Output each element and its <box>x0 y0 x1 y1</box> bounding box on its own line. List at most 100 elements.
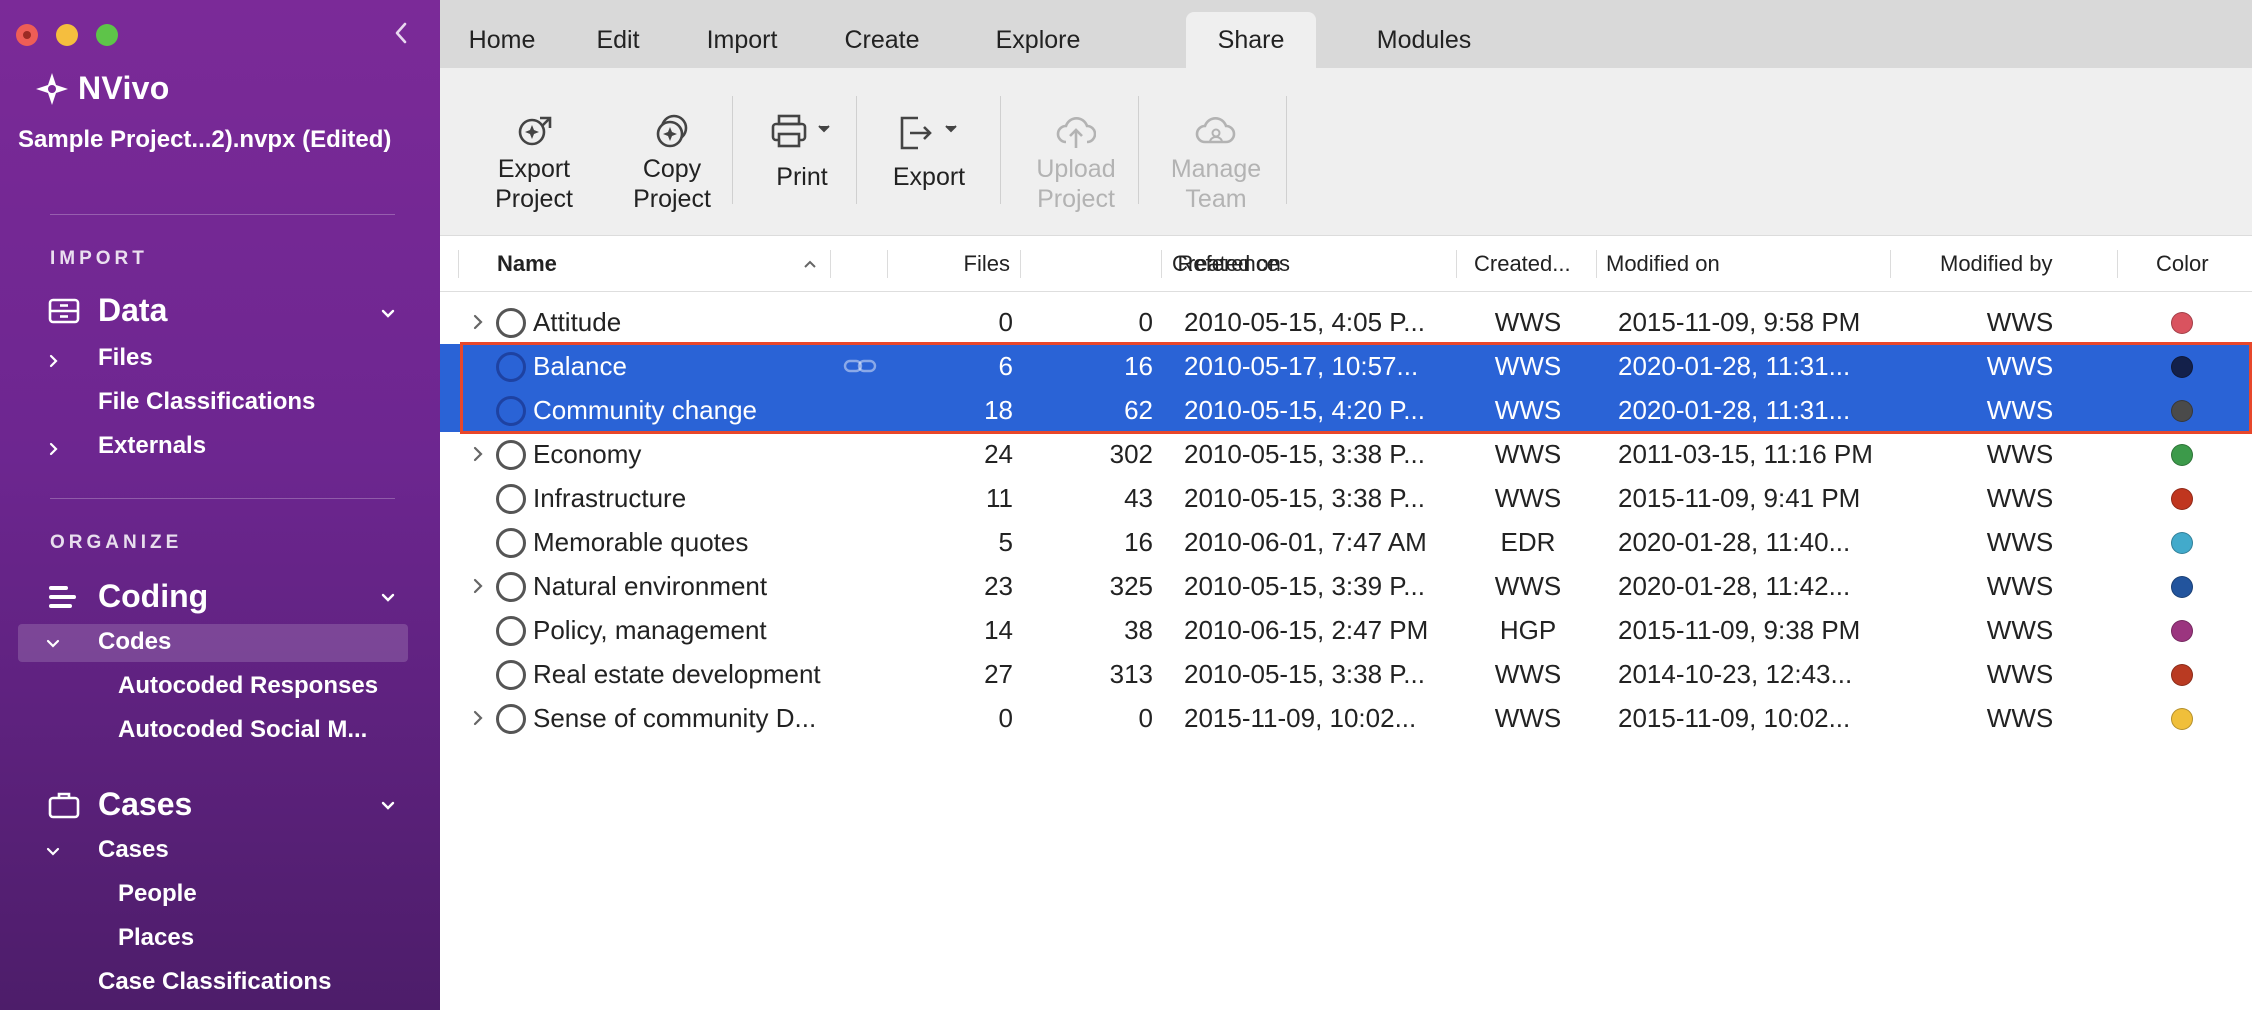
sidebar-item-cases[interactable]: Cases <box>98 836 169 864</box>
chevron-down-icon[interactable] <box>378 796 398 816</box>
cell-created-on: 2010-05-15, 3:38 P... <box>1184 482 1425 513</box>
toolbar-separator <box>732 96 733 204</box>
column-header-created-on[interactable]: Created on <box>1172 236 1281 292</box>
sidebar-group-cases[interactable]: Cases <box>48 786 192 823</box>
cell-files: 18 <box>984 394 1013 425</box>
table-row[interactable]: Economy 24 302 2010-05-15, 3:38 P... WWS 2011… <box>440 432 2252 476</box>
chevron-down-icon[interactable] <box>378 588 398 608</box>
chevron-down-icon[interactable] <box>378 304 398 324</box>
close-window-button[interactable] <box>16 24 38 46</box>
tab-home[interactable]: Home <box>440 12 564 68</box>
upload-project-label-line2: Project <box>1037 185 1115 213</box>
copy-project-button[interactable]: Copy Project <box>612 108 732 214</box>
sidebar-item-files[interactable]: Files <box>98 344 153 372</box>
tab-share[interactable]: Share <box>1186 12 1316 68</box>
table-row[interactable]: Natural environment 23 325 2010-05-15, 3:39… <box>440 564 2252 608</box>
export-button[interactable]: Export <box>866 108 992 192</box>
app-name: NVivo <box>78 70 170 106</box>
cell-name: Economy <box>533 438 642 469</box>
cell-name: Memorable quotes <box>533 526 749 557</box>
collapse-sidebar-icon[interactable] <box>390 18 412 48</box>
table-row[interactable]: Real estate development 27 313 2010-05-15, … <box>440 652 2252 696</box>
cell-modified-by: WWS <box>1986 526 2054 557</box>
table-row[interactable]: Attitude 0 0 2010-05-15, 4:05 P... WWS 2015-1… <box>440 300 2252 344</box>
cell-references: 0 <box>1138 306 1153 337</box>
sidebar-item-codes[interactable]: Codes <box>98 628 171 656</box>
cell-references: 325 <box>1109 570 1153 601</box>
chevron-down-icon[interactable] <box>44 634 62 652</box>
column-header-created-by[interactable]: Created... <box>1474 236 1571 292</box>
cell-modified-by: WWS <box>1986 482 2054 513</box>
sidebar-item-people[interactable]: People <box>118 880 197 908</box>
code-node-icon <box>496 440 526 470</box>
tab-modules[interactable]: Modules <box>1340 12 1508 68</box>
cell-modified-on: 2020-01-28, 11:31... <box>1618 350 1851 381</box>
tab-import[interactable]: Import <box>672 12 812 68</box>
chevron-right-icon[interactable] <box>470 707 486 729</box>
cell-created-on: 2010-05-15, 4:05 P... <box>1184 306 1425 337</box>
manage-team-label-line1: Manage <box>1170 155 1262 183</box>
color-swatch <box>2171 488 2193 510</box>
cell-name: Community change <box>533 394 757 425</box>
chevron-right-icon[interactable] <box>470 575 486 597</box>
print-button[interactable]: Print <box>740 108 864 192</box>
tab-edit[interactable]: Edit <box>564 12 672 68</box>
cell-modified-by: WWS <box>1986 702 2054 733</box>
cell-files: 5 <box>998 526 1013 557</box>
tab-create[interactable]: Create <box>812 12 952 68</box>
table-row[interactable]: Memorable quotes 5 16 2010-06-01, 7:47 AM ED… <box>440 520 2252 564</box>
chevron-right-icon[interactable] <box>470 311 486 333</box>
sidebar-item-places[interactable]: Places <box>118 924 194 952</box>
color-swatch <box>2171 444 2193 466</box>
cell-modified-on: 2015-11-09, 10:02... <box>1618 702 1851 733</box>
print-icon <box>767 108 837 152</box>
link-icon <box>843 359 877 373</box>
table-row[interactable]: Community change 18 62 2010-05-15, 4:20 P..… <box>440 388 2252 432</box>
cell-files: 11 <box>986 482 1013 513</box>
column-header-color[interactable]: Color <box>2156 236 2209 292</box>
chevron-right-icon[interactable] <box>470 443 486 465</box>
sidebar-item-externals[interactable]: Externals <box>98 432 206 460</box>
table-row[interactable]: Balance 6 16 2010-05-17, 10:57... WWS 2020-01… <box>440 344 2252 388</box>
cell-files: 6 <box>998 350 1013 381</box>
cell-modified-on: 2015-11-09, 9:41 PM <box>1618 482 1861 513</box>
export-project-button[interactable]: Export Project <box>474 108 594 214</box>
cell-modified-by: WWS <box>1986 350 2054 381</box>
sidebar-item-file-classifications[interactable]: File Classifications <box>98 388 315 416</box>
cell-name: Sense of community D... <box>533 702 817 733</box>
table-row[interactable]: Infrastructure 11 43 2010-05-15, 3:38 P... W… <box>440 476 2252 520</box>
upload-project-label-line1: Upload <box>1036 155 1116 183</box>
cell-created-by: WWS <box>1494 306 1562 337</box>
table-row[interactable]: Sense of community D... 0 0 2015-11-09, 10:… <box>440 696 2252 740</box>
column-separator <box>1596 250 1597 278</box>
column-header-modified-on[interactable]: Modified on <box>1606 236 1720 292</box>
cell-created-on: 2010-05-15, 3:38 P... <box>1184 438 1425 469</box>
toolbar-separator <box>1138 96 1139 204</box>
sidebar-item-autocoded-responses[interactable]: Autocoded Responses <box>118 672 378 700</box>
cell-name: Natural environment <box>533 570 768 601</box>
zoom-window-button[interactable] <box>96 24 118 46</box>
column-header-files[interactable]: Files <box>440 236 1010 292</box>
table-row[interactable]: Policy, management 14 38 2010-06-15, 2:47 P… <box>440 608 2252 652</box>
column-header-modified-by[interactable]: Modified by <box>1940 236 2053 292</box>
chevron-right-icon[interactable] <box>44 440 62 458</box>
upload-project-button[interactable]: Upload Project <box>1012 108 1140 214</box>
chevron-down-icon[interactable] <box>44 842 62 860</box>
sidebar-item-case-classifications[interactable]: Case Classifications <box>98 968 331 996</box>
app-logo: NVivo <box>34 70 170 107</box>
cell-modified-on: 2015-11-09, 9:58 PM <box>1618 306 1861 337</box>
data-drawer-icon <box>48 298 80 323</box>
export-label: Export <box>892 163 966 191</box>
cell-modified-by: WWS <box>1986 614 2054 645</box>
manage-team-button[interactable]: Manage Team <box>1148 108 1284 214</box>
cell-files: 23 <box>984 570 1013 601</box>
sidebar-item-autocoded-social[interactable]: Autocoded Social M... <box>118 716 367 744</box>
sidebar-group-data[interactable]: Data <box>48 292 167 329</box>
cell-name: Balance <box>533 350 627 381</box>
cell-created-by: WWS <box>1494 482 1562 513</box>
minimize-window-button[interactable] <box>56 24 78 46</box>
sidebar-group-coding[interactable]: Coding <box>48 578 208 615</box>
chevron-right-icon[interactable] <box>44 352 62 370</box>
tab-explore[interactable]: Explore <box>952 12 1124 68</box>
cell-references: 16 <box>1124 526 1153 557</box>
